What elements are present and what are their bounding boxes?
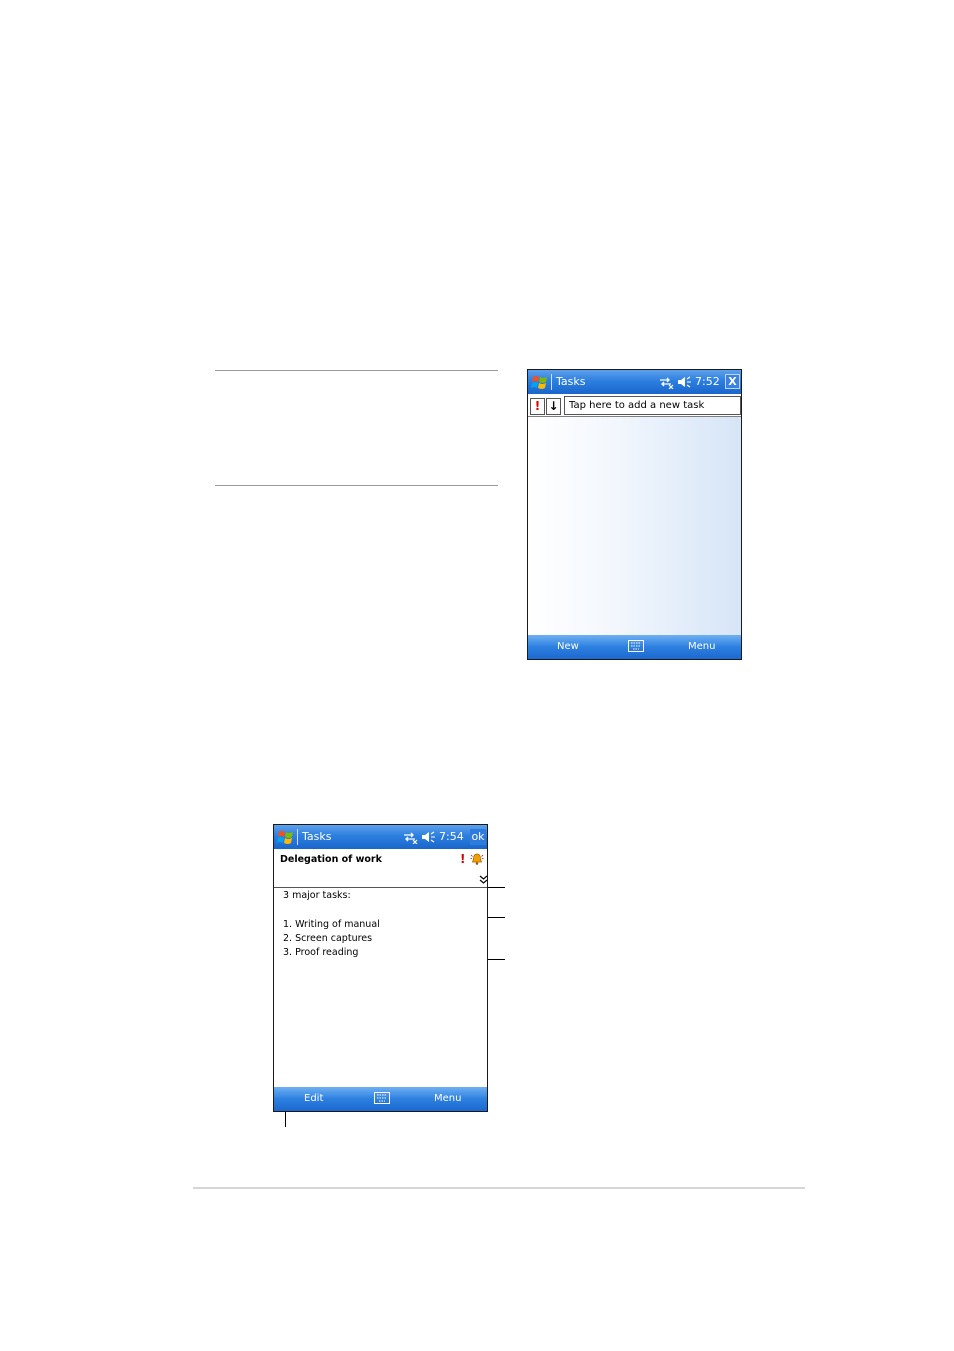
app-title: Tasks <box>556 375 586 388</box>
note-line: 3. Proof reading <box>283 947 359 958</box>
high-priority-indicator: ! <box>460 852 466 866</box>
title-bar: Tasks 7:52 X <box>528 370 741 394</box>
add-task-input[interactable]: Tap here to add a new task <box>564 396 741 415</box>
close-button[interactable]: X <box>725 374 740 389</box>
app-title: Tasks <box>302 830 332 843</box>
start-menu-icon[interactable] <box>531 373 549 391</box>
callout-line <box>285 1112 286 1127</box>
menu-bar: New Menu <box>528 635 741 659</box>
task-list[interactable] <box>528 417 741 635</box>
clock[interactable]: 7:54 <box>439 830 464 843</box>
expand-chevron-icon[interactable] <box>479 875 488 885</box>
connectivity-icon[interactable] <box>658 375 674 389</box>
due-sort-button[interactable]: ↓ <box>546 398 561 415</box>
reminder-bell-icon <box>470 853 484 865</box>
menu-button[interactable]: Menu <box>688 641 715 652</box>
notes-area[interactable]: 3 major tasks: 1. Writing of manual 2. S… <box>274 888 487 1087</box>
title-bar: Tasks 7:54 ok <box>274 825 487 849</box>
tasks-list-screen: Tasks 7:52 X ! ↓ Tap here to add a new t… <box>527 369 742 660</box>
keyboard-icon[interactable] <box>628 640 644 652</box>
clock[interactable]: 7:52 <box>695 375 720 388</box>
ok-button[interactable]: ok <box>470 829 486 845</box>
note-line: 1. Writing of manual <box>283 919 380 930</box>
callout-line <box>488 887 505 888</box>
priority-sort-button[interactable]: ! <box>530 398 545 415</box>
new-button[interactable]: New <box>557 641 579 652</box>
volume-muted-icon[interactable] <box>420 830 436 844</box>
menu-button[interactable]: Menu <box>434 1093 461 1104</box>
edit-button[interactable]: Edit <box>304 1093 323 1104</box>
title-separator <box>551 374 552 390</box>
connectivity-icon[interactable] <box>402 830 418 844</box>
page-footer-rule <box>193 1187 805 1189</box>
menu-bar: Edit Menu <box>274 1087 487 1111</box>
note-line: 2. Screen captures <box>283 933 373 944</box>
callout-line <box>488 959 505 960</box>
callout-line <box>488 917 505 918</box>
task-subject[interactable]: Delegation of work <box>280 854 382 865</box>
divider-bottom <box>215 485 498 486</box>
volume-muted-icon[interactable] <box>676 375 692 389</box>
task-note-screen: Tasks 7:54 ok Delegation of work ! 3 maj… <box>273 824 488 1112</box>
task-header: Delegation of work ! <box>274 849 487 888</box>
keyboard-icon[interactable] <box>374 1092 390 1104</box>
divider-top <box>215 370 498 371</box>
title-separator <box>297 829 298 845</box>
new-task-row: ! ↓ Tap here to add a new task <box>528 395 741 417</box>
note-line: 3 major tasks: <box>283 890 351 901</box>
start-menu-icon[interactable] <box>277 828 295 846</box>
